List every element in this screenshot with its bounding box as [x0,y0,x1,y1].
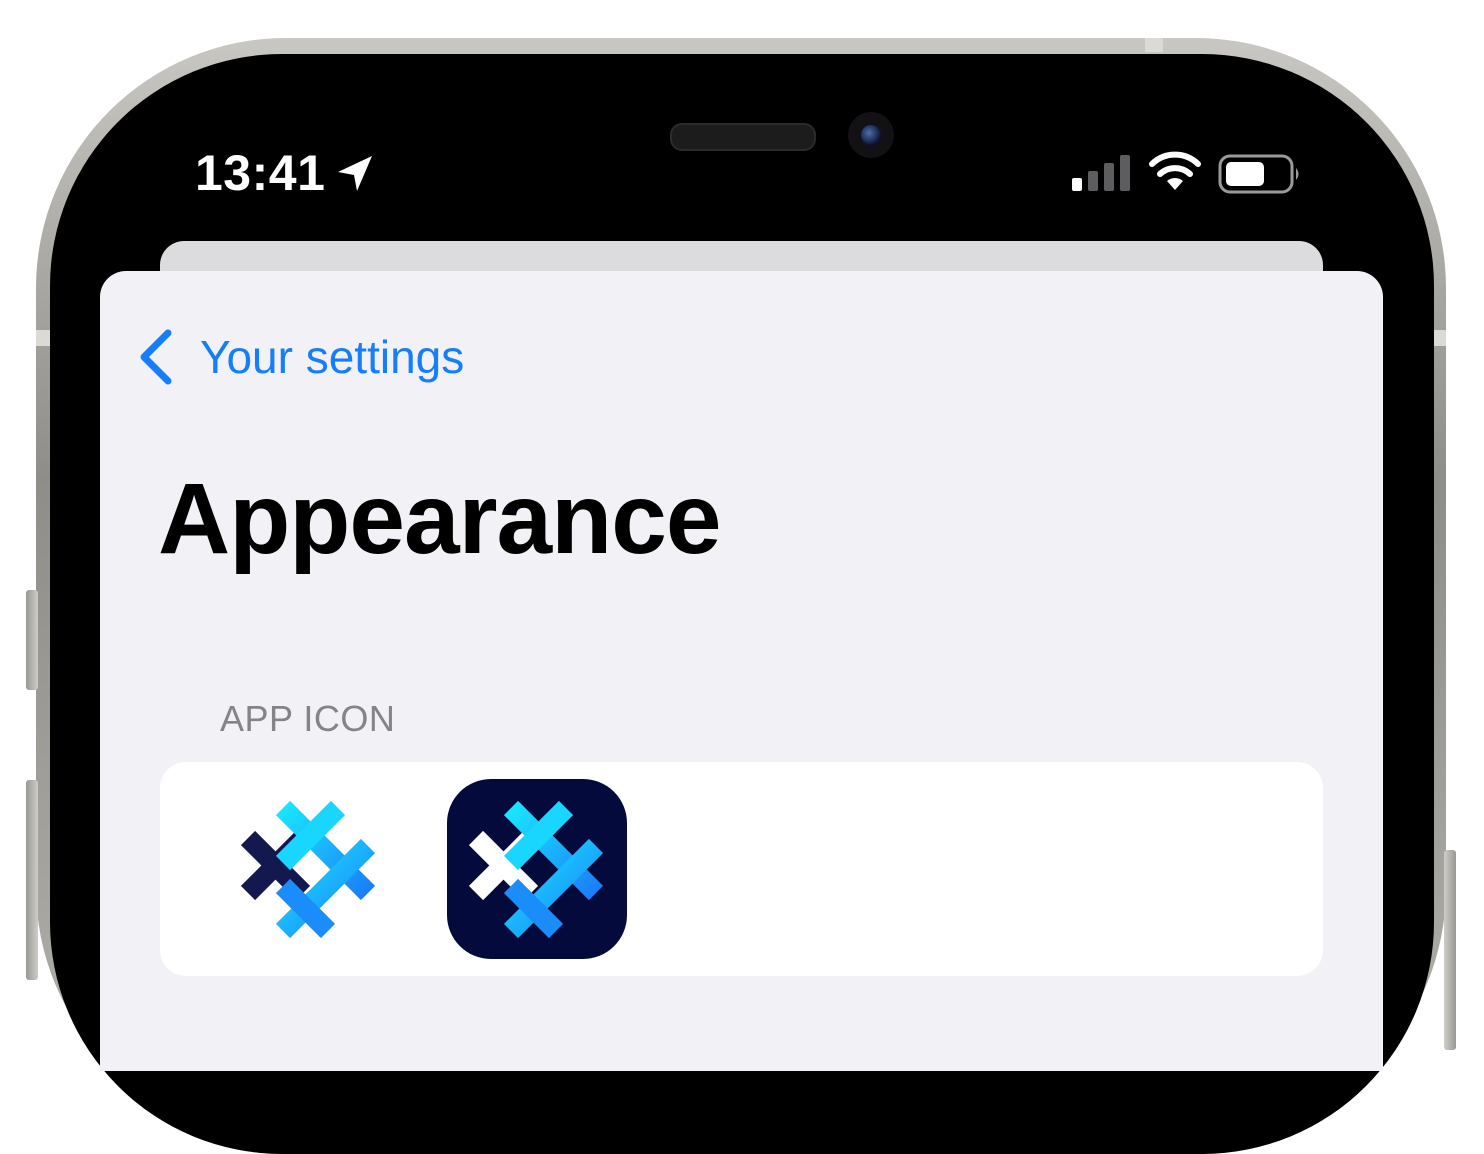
app-logo-dark-icon [468,800,604,939]
volume-down-button [26,780,38,980]
earpiece-speaker [670,123,816,151]
antenna-line [1432,330,1446,346]
back-button-label: Your settings [200,331,465,383]
antenna-line [1145,38,1163,52]
section-header-app-icon: APP ICON [220,698,396,739]
front-camera [848,112,894,158]
wifi-icon [1149,151,1201,190]
app-icon-option-dark[interactable] [447,779,627,959]
chevron-left-icon [140,329,172,385]
app-icon-option-default[interactable] [228,788,390,950]
cellular-signal-icon [1072,155,1130,191]
back-button[interactable]: Your settings [136,325,464,389]
status-time: 13:41 [195,145,326,201]
power-button [1444,850,1456,1050]
volume-up-button [26,590,38,690]
app-logo-icon [240,800,376,939]
page-title: Appearance [158,463,721,575]
antenna-line [36,330,50,346]
battery-icon [1218,154,1299,194]
location-arrow-icon [338,156,372,191]
